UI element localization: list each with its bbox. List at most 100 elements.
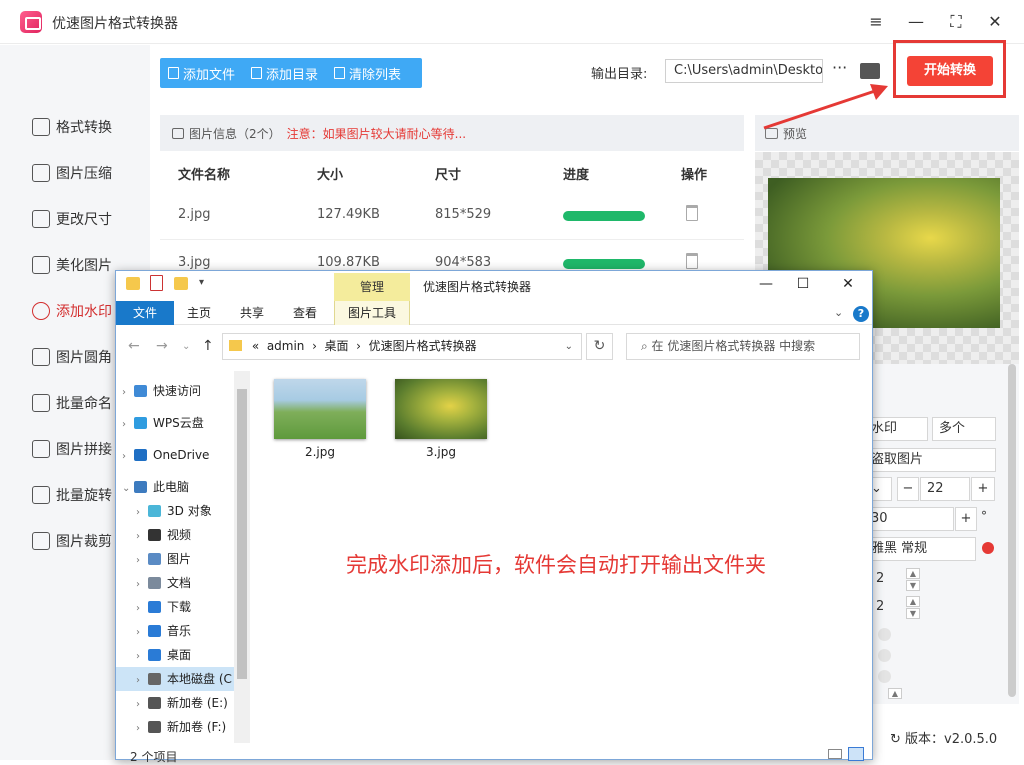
- file-label[interactable]: 3.jpg: [395, 445, 487, 459]
- address-input[interactable]: « admin › 桌面 › 优速图片格式转换器 ⌄: [222, 333, 582, 360]
- nav-tree-item[interactable]: › WPS云盘: [116, 411, 234, 435]
- position-radio[interactable]: [878, 628, 891, 641]
- expand-chevron-icon[interactable]: ›: [122, 413, 134, 435]
- folder-icon[interactable]: [126, 277, 140, 290]
- expand-chevron-icon[interactable]: ›: [136, 669, 148, 691]
- expand-chevron-icon[interactable]: ›: [136, 621, 148, 643]
- address-dropdown-icon[interactable]: ⌄: [565, 334, 573, 359]
- expand-chevron-icon[interactable]: ›: [122, 445, 134, 467]
- tab-view[interactable]: 查看: [282, 301, 328, 325]
- explorer-maximize-button[interactable]: ☐: [793, 276, 813, 292]
- expand-chevron-icon[interactable]: ›: [122, 381, 134, 403]
- new-folder-icon[interactable]: [174, 277, 188, 290]
- menu-icon[interactable]: ≡: [866, 12, 886, 32]
- sidebar-item-format-convert[interactable]: 格式转换: [0, 107, 150, 147]
- position-radio[interactable]: [878, 670, 891, 683]
- file-thumbnail-2jpg[interactable]: [274, 379, 366, 439]
- details-view-icon[interactable]: [828, 749, 842, 759]
- spacing-x-up[interactable]: ▲: [906, 568, 920, 579]
- breadcrumb-overflow[interactable]: «: [252, 339, 259, 353]
- expand-chevron-icon[interactable]: ›: [136, 693, 148, 715]
- expand-chevron-icon[interactable]: ›: [136, 597, 148, 619]
- explorer-close-button[interactable]: ✕: [838, 276, 858, 292]
- forward-arrow-icon[interactable]: →: [156, 338, 168, 354]
- angle-input[interactable]: 30: [864, 507, 954, 531]
- nav-tree-item[interactable]: › 3D 对象: [116, 499, 234, 523]
- watermark-mode-select[interactable]: 水印: [864, 417, 928, 441]
- size-increment-button[interactable]: +: [971, 477, 995, 501]
- expand-chevron-icon[interactable]: ›: [136, 525, 148, 547]
- tab-home[interactable]: 主页: [176, 301, 222, 325]
- search-input[interactable]: ⌕ 在 优速图片格式转换器 中搜索: [626, 333, 860, 360]
- expand-chevron-icon[interactable]: ⌄: [122, 477, 134, 499]
- view-toggle-icons[interactable]: [828, 747, 868, 761]
- spacing-x-down[interactable]: ▼: [906, 580, 920, 591]
- nav-tree-item[interactable]: › 文档: [116, 571, 234, 595]
- size-decrement-button[interactable]: −: [897, 477, 919, 501]
- nav-tree-item[interactable]: › 下载: [116, 595, 234, 619]
- add-directory-button[interactable]: 添加目录: [243, 58, 326, 88]
- more-options-button[interactable]: ···: [832, 58, 847, 77]
- file-label[interactable]: 2.jpg: [274, 445, 366, 459]
- expand-chevron-icon[interactable]: ›: [136, 573, 148, 595]
- maximize-button[interactable]: ⛶: [946, 12, 966, 32]
- font-select[interactable]: 雅黑 常规: [864, 537, 976, 561]
- breadcrumb-admin[interactable]: admin: [267, 339, 305, 353]
- breadcrumb-desktop[interactable]: 桌面: [325, 339, 349, 353]
- round-corner-icon: [32, 348, 50, 366]
- stepper-up[interactable]: ▲: [888, 688, 902, 699]
- angle-increment-button[interactable]: +: [955, 507, 977, 531]
- size-input[interactable]: 22: [920, 477, 970, 501]
- tab-manage[interactable]: 管理: [334, 273, 410, 301]
- minimize-button[interactable]: —: [906, 12, 926, 32]
- table-row[interactable]: 2.jpg 127.49KB 815*529: [160, 192, 744, 240]
- start-convert-button[interactable]: 开始转换: [907, 56, 993, 86]
- nav-tree-item[interactable]: ⌄ 此电脑: [116, 475, 234, 499]
- watermark-count-select[interactable]: 多个: [932, 417, 996, 441]
- spacing-y-up[interactable]: ▲: [906, 596, 920, 607]
- up-arrow-icon[interactable]: ↑: [202, 338, 214, 354]
- sidebar-item-label: 图片压缩: [56, 166, 112, 182]
- expand-chevron-icon[interactable]: ›: [136, 549, 148, 571]
- spacing-y-down[interactable]: ▼: [906, 608, 920, 619]
- help-icon[interactable]: ?: [853, 306, 869, 322]
- close-button[interactable]: ✕: [985, 12, 1005, 32]
- sidebar-item-resize[interactable]: 更改尺寸: [0, 199, 150, 239]
- tab-share[interactable]: 共享: [229, 301, 275, 325]
- expand-chevron-icon[interactable]: ›: [136, 717, 148, 739]
- watermark-text-input[interactable]: 盗取图片: [864, 448, 996, 472]
- nav-tree-item[interactable]: › 新加卷 (F:): [116, 715, 234, 739]
- large-icons-view-icon[interactable]: [848, 747, 864, 761]
- expand-chevron-icon[interactable]: ›: [136, 645, 148, 667]
- nav-tree-item[interactable]: › 新加卷 (E:): [116, 691, 234, 715]
- expand-chevron-icon[interactable]: ›: [136, 501, 148, 523]
- nav-tree-item[interactable]: › OneDrive: [116, 443, 234, 467]
- file-thumbnail-3jpg[interactable]: [395, 379, 487, 439]
- nav-tree-item[interactable]: › 图片: [116, 547, 234, 571]
- back-arrow-icon[interactable]: ←: [128, 338, 140, 354]
- open-folder-icon[interactable]: [860, 63, 880, 79]
- position-radio[interactable]: [878, 649, 891, 662]
- delete-icon[interactable]: [686, 205, 698, 221]
- nav-tree-item[interactable]: › 桌面: [116, 643, 234, 667]
- delete-icon[interactable]: [686, 253, 698, 269]
- explorer-minimize-button[interactable]: —: [756, 276, 776, 292]
- tab-picture-tools[interactable]: 图片工具: [334, 301, 410, 325]
- recent-dropdown-icon[interactable]: ⌄: [182, 341, 190, 352]
- expand-ribbon-icon[interactable]: ⌄: [834, 306, 843, 319]
- file-size: 109.87KB: [317, 255, 380, 270]
- nav-tree-item[interactable]: › 本地磁盘 (C: [116, 667, 234, 691]
- clear-list-button[interactable]: 清除列表: [326, 58, 409, 88]
- nav-tree-item[interactable]: › 音乐: [116, 619, 234, 643]
- tab-file[interactable]: 文件: [116, 301, 174, 325]
- nav-scrollbar-thumb[interactable]: [237, 389, 247, 679]
- settings-scrollbar[interactable]: [1008, 364, 1016, 697]
- quick-access-dropdown[interactable]: ▾: [199, 277, 204, 288]
- breadcrumb-current[interactable]: 优速图片格式转换器: [369, 339, 477, 353]
- add-file-button[interactable]: 添加文件: [160, 58, 243, 88]
- refresh-button[interactable]: ↻: [586, 333, 613, 360]
- properties-icon[interactable]: [150, 275, 163, 291]
- nav-tree-item[interactable]: › 视频: [116, 523, 234, 547]
- nav-tree-item[interactable]: › 快速访问: [116, 379, 234, 403]
- sidebar-item-compress[interactable]: 图片压缩: [0, 153, 150, 193]
